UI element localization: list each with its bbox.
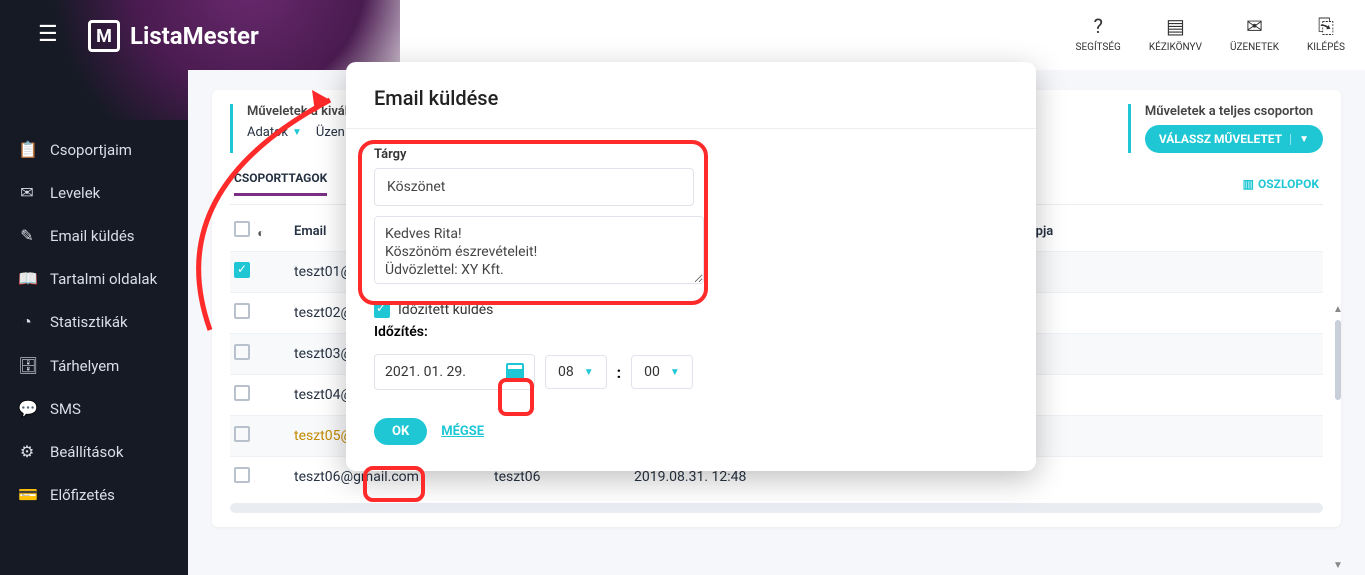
chat-icon: 💬 (18, 399, 36, 418)
time-colon: : (617, 363, 622, 382)
ops-selected: Műveletek a kivál Adatok ▼ Üzen (230, 104, 348, 153)
help-icon: ? (1093, 14, 1102, 38)
header-messages[interactable]: ✉ÜZENETEK (1230, 14, 1279, 53)
timed-send-checkbox[interactable] (374, 302, 390, 318)
row-checkbox[interactable] (234, 426, 250, 442)
header-manual[interactable]: ▤KÉZIKÖNYV (1149, 14, 1202, 53)
columns-button[interactable]: ▥ OSZLOPOK (1243, 177, 1319, 191)
row-checkbox[interactable] (234, 467, 250, 483)
header-help[interactable]: ?SEGÍTSÉG (1076, 14, 1121, 53)
timed-send-label: Időzített küldés (398, 302, 493, 318)
row-checkbox[interactable] (234, 262, 250, 278)
columns-icon: ▥ (1243, 177, 1254, 191)
calendar-icon[interactable] (506, 363, 524, 381)
logout-icon: ⎘ (1318, 14, 1334, 38)
ops-selected-title: Műveletek a kivál (247, 104, 348, 119)
envelope-icon: ✉ (18, 183, 36, 202)
brand-name: ListaMester (130, 22, 259, 50)
scroll-thumb[interactable] (1335, 320, 1341, 400)
header-logout[interactable]: ⎘KILÉPÉS (1307, 14, 1345, 53)
email-send-modal: Email küldése Tárgy Időzített küldés Idő… (346, 62, 1036, 471)
header-nav: ?SEGÍTSÉG ▤KÉZIKÖNYV ✉ÜZENETEK ⎘KILÉPÉS (1076, 14, 1345, 53)
timing-label: Időzítés: (374, 324, 1008, 340)
ops-group: Műveletek a teljes csoporton VÁLASSZ MŰV… (1128, 104, 1323, 153)
vertical-scrollbar[interactable]: ▲ ▼ (1335, 310, 1341, 565)
row-checkbox[interactable] (234, 303, 250, 319)
chevron-down-icon: ▼ (1290, 134, 1309, 145)
scroll-down-icon[interactable]: ▼ (1333, 560, 1343, 571)
chevron-down-icon: ▼ (584, 367, 594, 378)
ops-data-dropdown[interactable]: Adatok ▼ (247, 125, 302, 140)
date-picker[interactable]: 2021. 01. 29. (374, 354, 535, 390)
ok-button[interactable]: OK (374, 418, 427, 445)
cancel-button[interactable]: MÉGSE (441, 424, 484, 439)
hamburger-menu[interactable]: ☰ (38, 22, 64, 42)
modal-title: Email küldése (374, 86, 1008, 110)
book-icon: ▤ (1166, 14, 1185, 38)
subject-input[interactable] (374, 168, 694, 206)
clipboard-icon: 📋 (18, 140, 36, 159)
brand-logo: M ListaMester (88, 20, 259, 52)
ops-msg-dropdown[interactable]: Üzen (316, 125, 345, 140)
horizontal-scrollbar[interactable] (230, 503, 1323, 513)
body-textarea[interactable] (374, 216, 704, 284)
choose-operation-button[interactable]: VÁLASSZ MŰVELETET▼ (1145, 125, 1323, 153)
select-all-checkbox[interactable] (234, 221, 250, 237)
row-checkbox[interactable] (234, 344, 250, 360)
gear-icon: ⚙ (18, 442, 36, 461)
chevron-down-icon: ▼ (292, 127, 302, 138)
row-checkbox[interactable] (234, 385, 250, 401)
logo-mark-icon: M (88, 20, 120, 52)
tab-members[interactable]: CSOPORTTAGOK (234, 171, 327, 196)
chart-icon: ◔ (18, 312, 36, 332)
subject-label: Tárgy (374, 147, 1008, 162)
ops-group-title: Műveletek a teljes csoporton (1145, 104, 1323, 119)
date-value: 2021. 01. 29. (385, 364, 466, 380)
divider (346, 128, 1036, 129)
archive-icon: 🗄 (18, 356, 36, 375)
chevron-down-icon: ▼ (670, 367, 680, 378)
mail-icon: ✉ (1246, 14, 1263, 38)
card-icon: 💳 (18, 485, 36, 504)
book-open-icon: 📖 (18, 269, 36, 288)
hour-select[interactable]: 08▼ (545, 355, 607, 389)
edit-icon: ✎ (18, 226, 36, 245)
minute-select[interactable]: 00▼ (631, 355, 693, 389)
scroll-up-icon[interactable]: ▲ (1333, 304, 1343, 315)
halfmoon-icon: ◐ (257, 226, 264, 240)
